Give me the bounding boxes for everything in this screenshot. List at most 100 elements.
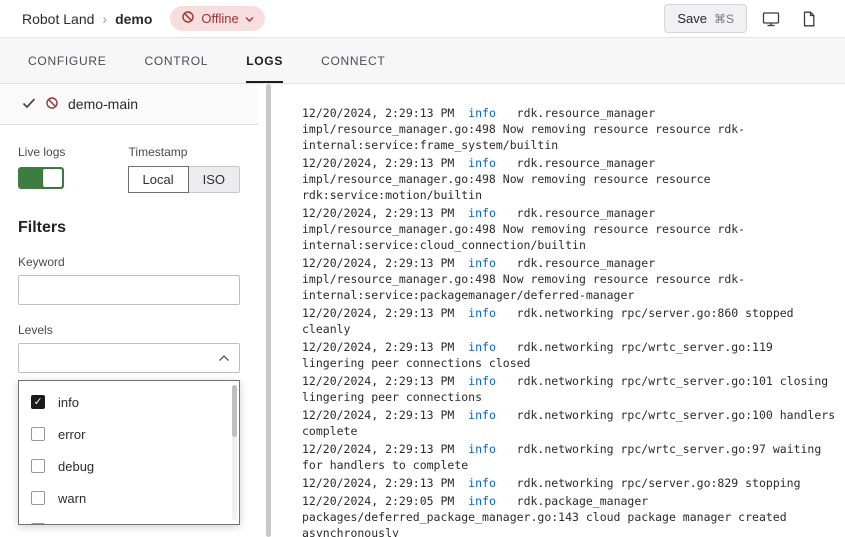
dropdown-scrollbar[interactable] [232,385,237,520]
filters-title: Filters [18,219,240,237]
log-level: info [454,106,516,120]
monitor-icon[interactable] [757,5,785,33]
keyword-label: Keyword [18,255,240,269]
log-list: 12/20/2024, 2:29:13 PMinfordk.resource_m… [258,84,845,537]
log-timestamp: 12/20/2024, 2:29:13 PM [302,442,454,456]
level-option[interactable]: error [19,418,239,450]
log-panel: 12/20/2024, 2:29:13 PMinfordk.resource_m… [258,84,845,537]
log-level: info [454,340,516,354]
log-timestamp: 12/20/2024, 2:29:13 PM [302,374,454,388]
content: demo-main Live logs Timestamp LocalISO F… [0,84,845,537]
tab[interactable]: CONTROL [144,38,208,83]
log-entry: 12/20/2024, 2:29:13 PMinfordk.resource_m… [302,205,838,253]
level-option-label: fatal [58,523,83,526]
offline-icon [45,96,59,113]
chevron-up-icon [218,351,230,366]
levels-dropdown: info error debug warn fatal [18,380,240,525]
part-row[interactable]: demo-main [0,84,258,125]
level-option[interactable]: info [19,386,239,418]
filters-panel: Filters Keyword Levels info error debug war… [0,219,258,525]
save-label: Save [677,11,707,26]
live-logs-label: Live logs [18,145,129,159]
checkbox[interactable] [31,395,45,409]
log-timestamp: 12/20/2024, 2:29:13 PM [302,206,454,220]
checkbox[interactable] [31,491,45,505]
log-entry: 12/20/2024, 2:29:13 PMinfordk.resource_m… [302,155,838,203]
levels-select[interactable] [18,343,240,373]
log-entry: 12/20/2024, 2:29:13 PMinfordk.networking… [302,407,838,439]
log-entry: 12/20/2024, 2:29:13 PMinfordk.resource_m… [302,105,838,153]
scrollbar-thumb[interactable] [232,385,237,437]
log-level: info [454,494,516,508]
log-timestamp: 12/20/2024, 2:29:13 PM [302,106,454,120]
log-controls: Live logs Timestamp LocalISO [0,125,258,193]
tab[interactable]: LOGS [246,38,283,83]
log-timestamp: 12/20/2024, 2:29:13 PM [302,306,454,320]
log-level: info [454,306,516,320]
timestamp-option[interactable]: Local [128,166,189,193]
levels-label: Levels [18,323,240,337]
log-timestamp: 12/20/2024, 2:29:13 PM [302,256,454,270]
topbar-actions: Save ⌘S [664,4,823,33]
breadcrumb: Robot Land › demo [22,11,152,27]
log-entry: 12/20/2024, 2:29:13 PMinfordk.networking… [302,339,838,371]
top-bar: Robot Land › demo Offline Save ⌘S [0,0,845,38]
log-level: info [454,256,516,270]
log-entry: 12/20/2024, 2:29:05 PMinfordk.package_ma… [302,493,838,537]
level-option-label: debug [58,459,94,474]
log-entry: 12/20/2024, 2:29:13 PMinfordk.networking… [302,305,838,337]
status-badge[interactable]: Offline [170,6,264,31]
tab-bar: CONFIGURE CONTROL LOGS CONNECT [0,38,845,84]
timestamp-label: Timestamp [129,145,240,159]
log-entry: 12/20/2024, 2:29:13 PMinfordk.resource_m… [302,255,838,303]
log-level: info [454,206,516,220]
log-level: info [454,442,516,456]
log-entry: 12/20/2024, 2:29:13 PMinfordk.networking… [302,441,838,473]
toggle-knob [43,169,62,187]
checkbox[interactable] [31,459,45,473]
levels-options-list: info error debug warn fatal [19,386,239,525]
save-shortcut: ⌘S [714,12,734,26]
level-option[interactable]: warn [19,482,239,514]
log-level: info [454,408,516,422]
log-timestamp: 12/20/2024, 2:29:13 PM [302,340,454,354]
log-level: info [454,156,516,170]
log-level: info [454,476,516,490]
timestamp-option[interactable]: ISO [188,166,240,193]
checkbox[interactable] [31,523,45,525]
tab[interactable]: CONNECT [321,38,385,83]
level-option-label: error [58,427,85,442]
live-logs-toggle[interactable] [18,167,64,189]
page: Robot Land › demo Offline Save ⌘S CONFIG… [0,0,845,537]
log-timestamp: 12/20/2024, 2:29:13 PM [302,408,454,422]
timestamp-control: Timestamp LocalISO [129,145,240,193]
log-timestamp: 12/20/2024, 2:29:13 PM [302,156,454,170]
part-name: demo-main [68,96,138,112]
log-entry: 12/20/2024, 2:29:13 PMinfordk.networking… [302,373,838,405]
breadcrumb-separator-icon: › [102,11,107,27]
level-option-label: warn [58,491,86,506]
log-level: info [454,374,516,388]
document-icon[interactable] [795,5,823,33]
level-option[interactable]: fatal [19,514,239,525]
log-timestamp: 12/20/2024, 2:29:13 PM [302,476,454,490]
save-button[interactable]: Save ⌘S [664,4,747,33]
breadcrumb-root[interactable]: Robot Land [22,11,94,27]
timestamp-segmented: LocalISO [129,166,240,193]
sidebar: demo-main Live logs Timestamp LocalISO F… [0,84,258,537]
log-scrollbar[interactable] [266,84,271,537]
tab[interactable]: CONFIGURE [28,38,106,83]
offline-icon [181,10,195,27]
live-logs-control: Live logs [18,145,129,193]
chevron-down-icon [245,11,254,26]
log-entry: 12/20/2024, 2:29:13 PMinfordk.networking… [302,475,838,491]
log-message: rdk.networking rpc/server.go:829 stoppin… [517,476,801,490]
status-label: Offline [201,11,238,26]
breadcrumb-current: demo [115,11,152,27]
log-timestamp: 12/20/2024, 2:29:05 PM [302,494,454,508]
checkbox[interactable] [31,427,45,441]
level-option-label: info [58,395,79,410]
check-icon [22,96,36,113]
keyword-input[interactable] [18,275,240,305]
level-option[interactable]: debug [19,450,239,482]
